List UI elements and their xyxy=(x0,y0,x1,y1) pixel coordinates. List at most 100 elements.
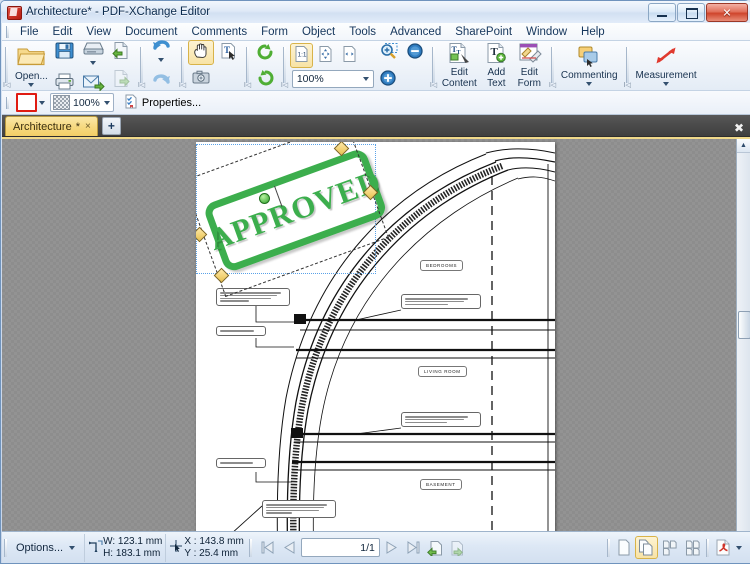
opacity-combo[interactable]: 100% xyxy=(50,93,114,112)
next-view-button[interactable] xyxy=(445,537,466,558)
zoom-in-button[interactable] xyxy=(376,67,400,92)
zoom-marquee-icon xyxy=(379,42,399,63)
select-text-button[interactable]: T xyxy=(215,40,241,65)
opacity-caret-icon[interactable] xyxy=(103,100,110,105)
measurement-caret-icon[interactable] xyxy=(663,81,670,86)
zoom-level-combo[interactable]: 100% xyxy=(291,70,374,88)
toolbar-group-commenting: Commenting xyxy=(556,41,623,90)
zoom-out-button[interactable] xyxy=(403,40,427,65)
export-button[interactable] xyxy=(108,67,135,93)
properties-toolbar-grip[interactable] xyxy=(4,95,11,111)
menu-form[interactable]: Form xyxy=(254,24,295,40)
edit-form-button[interactable]: Edit Form xyxy=(513,40,546,91)
commenting-label: Commenting xyxy=(560,69,618,81)
status-grip-options[interactable] xyxy=(2,535,9,561)
options-button[interactable]: Options... xyxy=(12,540,81,556)
callout-note xyxy=(401,412,481,428)
menu-advanced[interactable]: Advanced xyxy=(383,24,448,40)
scrollbar-thumb[interactable] xyxy=(738,311,750,339)
previous-view-button[interactable] xyxy=(424,537,445,558)
new-tab-button[interactable]: + xyxy=(101,117,121,135)
toolbar-group-undo xyxy=(145,39,178,96)
first-page-button[interactable] xyxy=(257,537,278,558)
stamp-rotate-handle[interactable] xyxy=(259,193,270,204)
options-caret-icon[interactable] xyxy=(69,545,76,550)
open-button[interactable]: Open... xyxy=(12,42,51,90)
svg-text:1:1: 1:1 xyxy=(297,52,306,59)
properties-label: Properties... xyxy=(141,96,202,109)
document-view[interactable]: BEDROOMS LIVING ROOM BASEMENT APPROVED ▲ xyxy=(2,137,750,531)
close-document-button[interactable]: ✖ xyxy=(734,122,744,134)
menu-object[interactable]: Object xyxy=(295,24,342,40)
last-page-button[interactable] xyxy=(403,537,424,558)
maximize-button[interactable] xyxy=(677,3,705,22)
facing-view-button[interactable] xyxy=(635,536,658,559)
measurement-arrow-icon xyxy=(653,45,679,70)
rotate-ccw-button[interactable] xyxy=(253,41,278,65)
menu-grip-handle[interactable] xyxy=(4,24,11,40)
previous-page-button[interactable] xyxy=(278,537,299,558)
toolbar-grip-measurement[interactable]: I◁ xyxy=(623,41,631,90)
continuous-view-button[interactable] xyxy=(658,536,681,559)
properties-button[interactable]: Properties... xyxy=(120,93,205,113)
status-grip-view-modes[interactable] xyxy=(605,535,612,561)
toolbar-grip-undo[interactable]: I◁ xyxy=(137,41,145,90)
camera-snapshot-icon xyxy=(191,69,211,89)
single-page-view-button[interactable] xyxy=(612,536,635,559)
menu-window[interactable]: Window xyxy=(519,24,574,40)
toolbar-grip-commenting[interactable]: I◁ xyxy=(548,41,556,90)
zoom-level-caret-icon[interactable] xyxy=(362,77,369,81)
commenting-button[interactable]: Commenting xyxy=(558,43,621,89)
edit-content-icon: T T xyxy=(446,42,473,67)
menu-tools[interactable]: Tools xyxy=(342,24,383,40)
save-button[interactable] xyxy=(51,39,78,65)
snapshot-button[interactable] xyxy=(188,67,214,91)
fit-page-button[interactable] xyxy=(314,43,337,68)
hand-tool-button[interactable] xyxy=(187,40,214,65)
close-button[interactable]: ✕ xyxy=(706,3,748,22)
open-dropdown-caret-icon[interactable] xyxy=(28,82,35,87)
menu-help[interactable]: Help xyxy=(574,24,612,40)
menu-comments[interactable]: Comments xyxy=(185,24,255,40)
vertical-scrollbar[interactable]: ▲ xyxy=(736,139,750,531)
undo-caret-icon[interactable] xyxy=(158,57,165,62)
save-as-caret-icon[interactable] xyxy=(90,60,97,65)
measurement-button[interactable]: Measurement xyxy=(633,43,700,89)
status-grip-pages[interactable] xyxy=(247,535,254,561)
color-swatch-caret-icon[interactable] xyxy=(39,100,45,105)
toolbar-grip-edit[interactable]: I◁ xyxy=(429,41,437,90)
toolbar-grip-tools[interactable]: I◁ xyxy=(178,41,186,90)
minimize-button[interactable] xyxy=(648,3,676,22)
scroll-up-arrow-icon[interactable]: ▲ xyxy=(737,139,750,153)
import-export-column xyxy=(108,39,135,93)
pdf-viewer-caret-icon[interactable] xyxy=(736,545,742,550)
continuous-facing-view-button[interactable] xyxy=(681,536,704,559)
toolbar-group-zoom: 1:1 100% xyxy=(288,41,429,90)
pdf-viewer-button[interactable] xyxy=(711,536,734,559)
save-as-button[interactable] xyxy=(79,36,108,68)
next-page-button[interactable] xyxy=(382,537,403,558)
tab-close-icon[interactable]: × xyxy=(84,121,92,132)
status-bar: Options... W: 123.1 mm H: 183.1 mm X: 1… xyxy=(2,531,750,563)
tab-architecture[interactable]: Architecture * × xyxy=(5,116,98,136)
undo-button[interactable] xyxy=(147,33,176,65)
actual-size-button[interactable]: 1:1 xyxy=(289,43,313,68)
fit-width-button[interactable] xyxy=(338,43,361,68)
pdf-page[interactable]: BEDROOMS LIVING ROOM BASEMENT APPROVED xyxy=(196,142,555,531)
toolbar-grip-rotate[interactable]: I◁ xyxy=(243,41,251,90)
color-swatch-button[interactable] xyxy=(16,93,37,112)
menu-sharepoint[interactable]: SharePoint xyxy=(448,24,519,40)
commenting-caret-icon[interactable] xyxy=(586,81,593,86)
menu-file[interactable]: File xyxy=(13,24,46,40)
import-button[interactable] xyxy=(108,39,135,65)
toolbar-grip-file[interactable]: I◁ xyxy=(2,41,10,90)
toolbar-grip-zoom[interactable]: I◁ xyxy=(280,41,288,90)
rotate-cw-button[interactable] xyxy=(253,67,278,91)
actual-size-icon: 1:1 xyxy=(293,45,310,66)
page-number-field[interactable]: 1 / 1 xyxy=(300,538,380,557)
edit-content-button[interactable]: T T Edit Content xyxy=(439,40,480,91)
status-grip-pdf[interactable] xyxy=(704,535,711,561)
zoom-tool-button[interactable] xyxy=(376,40,402,65)
selection-size-icon xyxy=(88,539,103,557)
add-text-button[interactable]: T Add Text xyxy=(480,40,513,91)
